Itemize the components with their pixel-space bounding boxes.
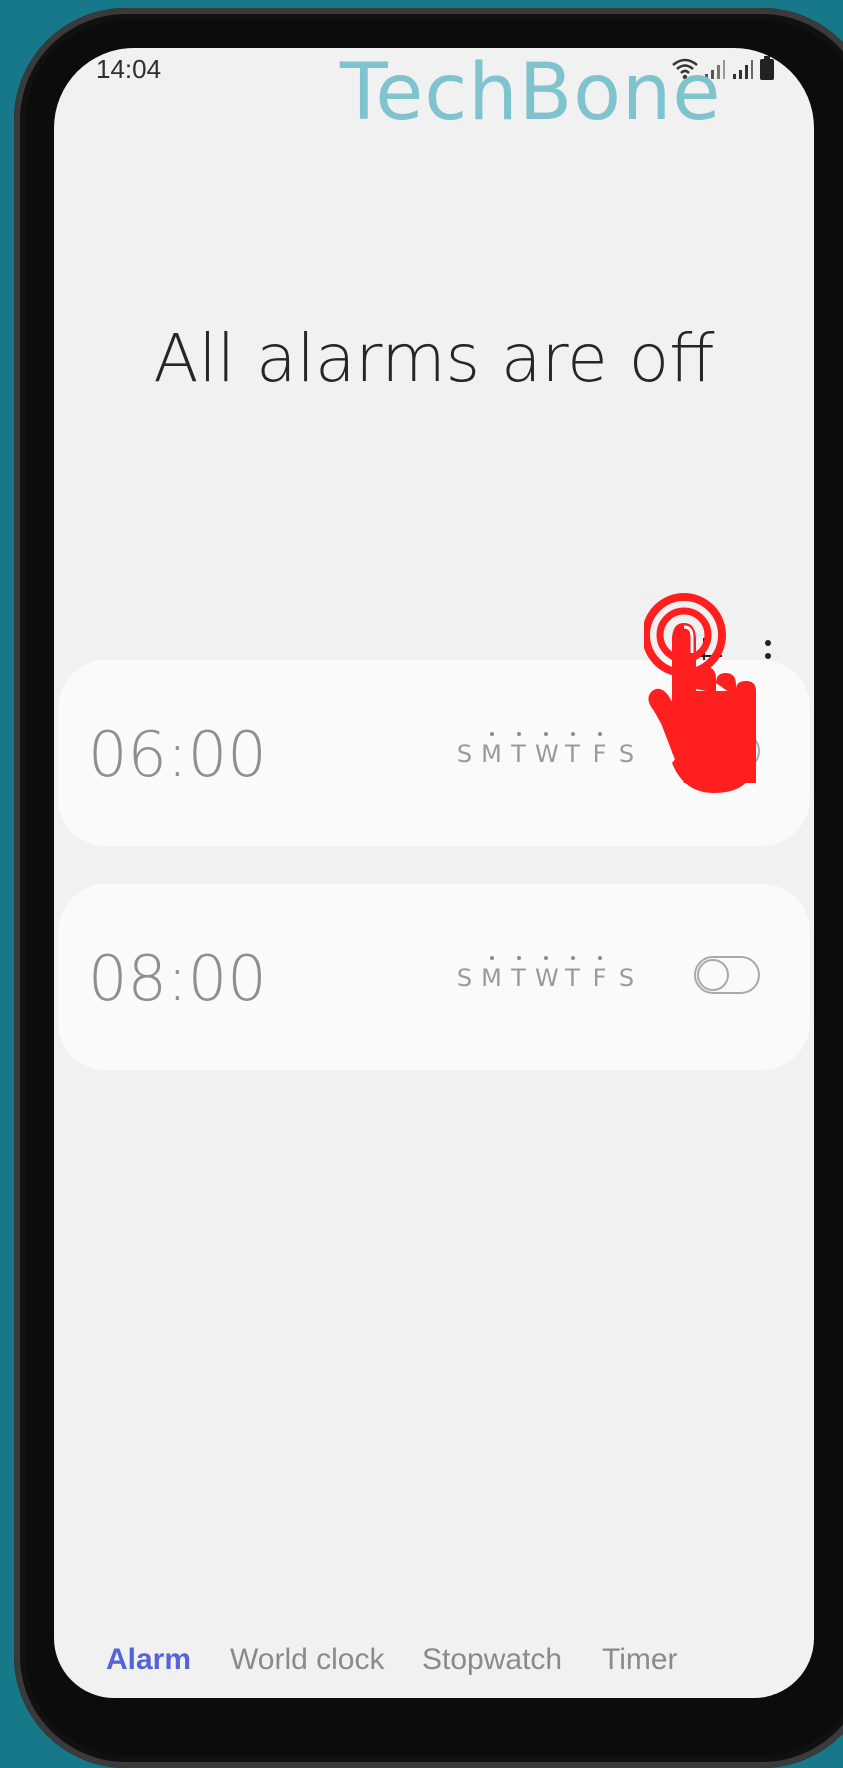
day-label: W [535,732,559,768]
tab-stopwatch[interactable]: Stopwatch [422,1643,562,1677]
day-label: S [456,740,473,768]
day-label: T [562,956,583,992]
day-label: F [589,956,610,992]
techbone-watermark: TechBone [340,48,722,138]
day-label: S [618,740,635,768]
bottom-nav: Alarm World clock Stopwatch Timer [54,1643,814,1691]
status-time: 14:04 [96,54,162,84]
tap-hand-icon [644,593,756,793]
tab-alarm[interactable]: Alarm [106,1643,191,1677]
day-label: T [508,732,529,768]
signal-icon [733,60,753,79]
day-label: S [456,964,473,992]
battery-icon [760,56,774,80]
alarm-time: 06:00 [88,718,267,791]
clock-app-screen: 14:04 TechBone All alarms are off 06:00 … [54,48,814,1698]
day-label: W [535,956,559,992]
day-label: M [481,956,502,992]
day-label: F [589,732,610,768]
alarm-time: 08:00 [88,942,267,1015]
tab-timer[interactable]: Timer [602,1643,678,1677]
alarm-days: S M T W T F S [454,732,637,768]
day-label: T [562,732,583,768]
toggle-knob [697,959,729,991]
page-title: All alarms are off [153,320,715,397]
day-label: T [508,956,529,992]
alarm-card[interactable]: 08:00 S M T W T F S [58,884,810,1070]
day-label: M [481,732,502,768]
alarm-toggle[interactable] [694,956,760,994]
day-label: S [618,964,635,992]
tab-world-clock[interactable]: World clock [230,1643,384,1677]
alarm-days: S M T W T F S [454,956,637,992]
